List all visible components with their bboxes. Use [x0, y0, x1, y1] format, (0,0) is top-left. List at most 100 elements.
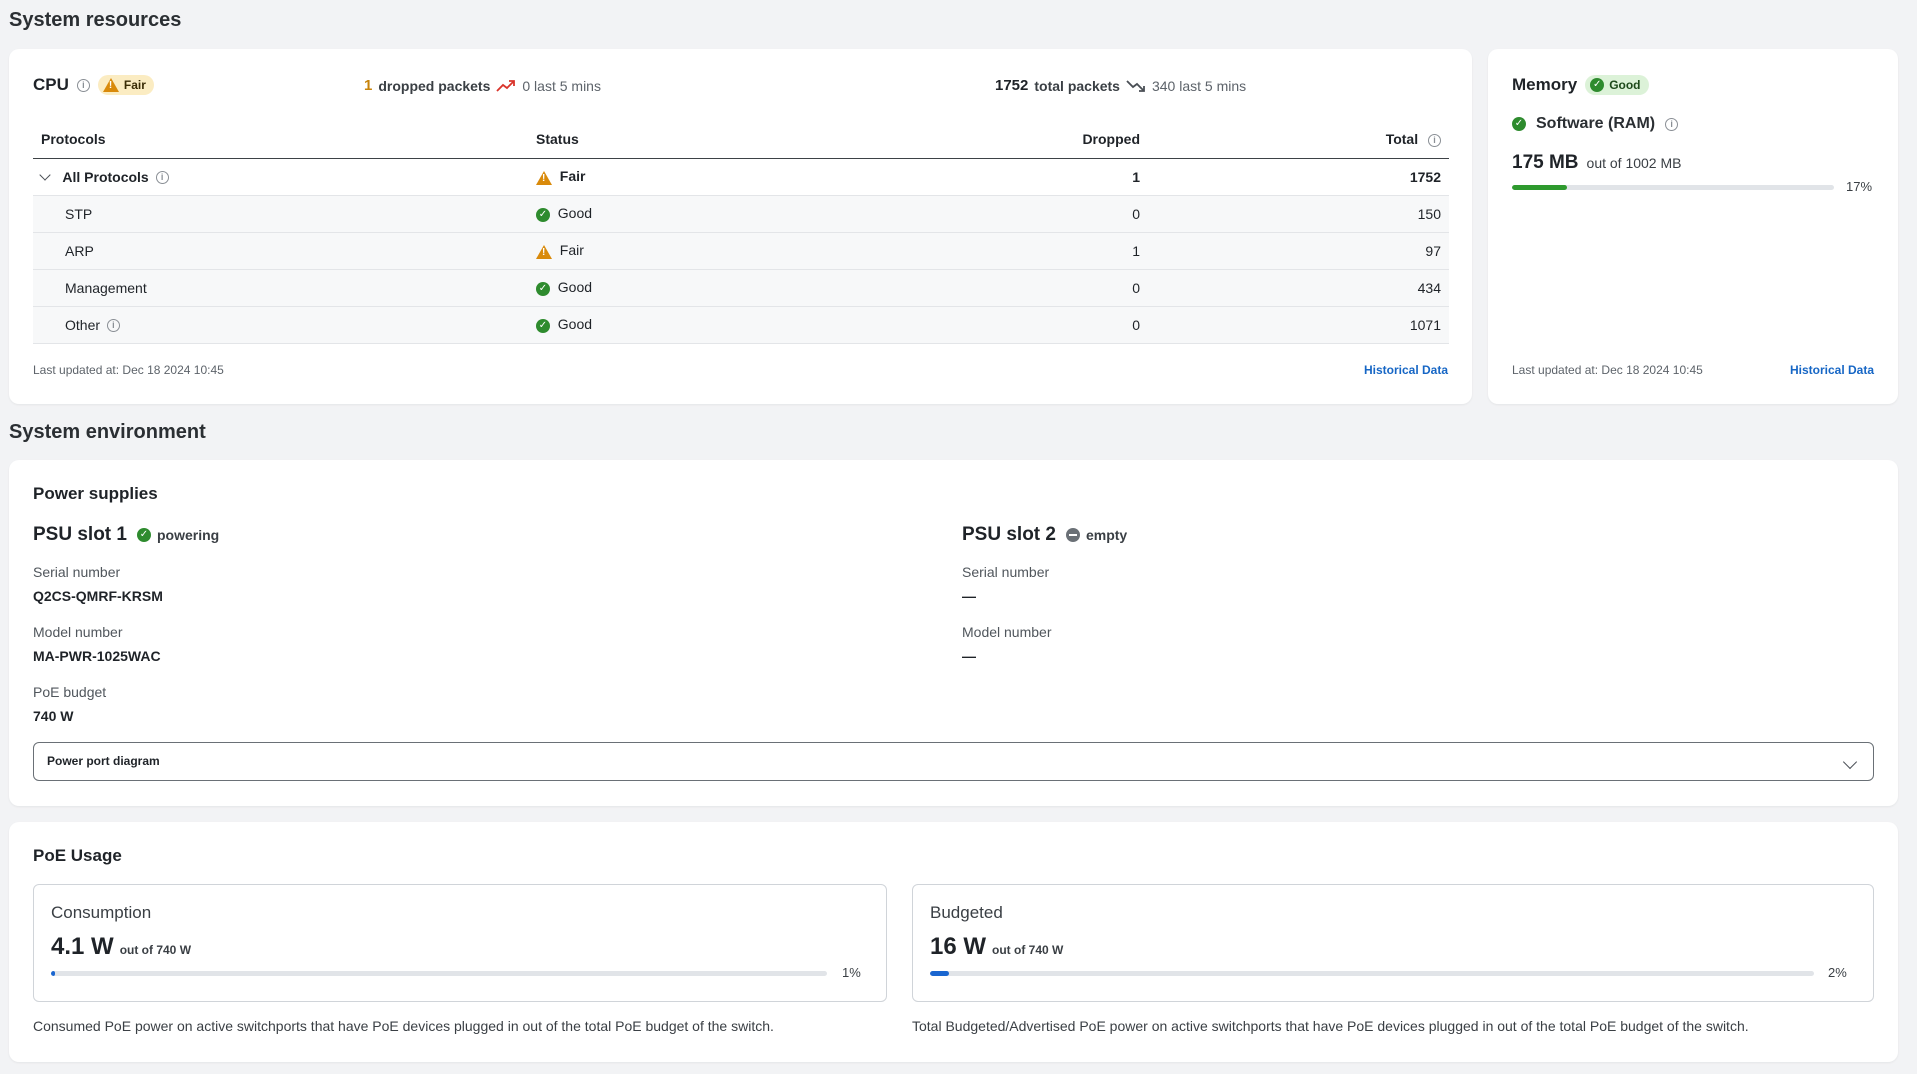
psu2-model-label: Model number: [962, 624, 1052, 640]
memory-used: 175 MB: [1512, 152, 1579, 173]
psu1-poe-label: PoE budget: [33, 684, 107, 700]
psu1-model-value: MA-PWR-1025WAC: [33, 648, 161, 664]
psu1-serial-label: Serial number: [33, 564, 121, 580]
budgeted-percent: 2%: [1828, 965, 1847, 980]
chevron-down-icon: [1842, 753, 1858, 771]
memory-last-updated: Last updated at: Dec 18 2024 10:45: [1512, 363, 1703, 377]
consumption-progress-bar: [51, 971, 827, 976]
power-port-diagram-toggle[interactable]: Power port diagram: [33, 742, 1874, 781]
protocols-table: Protocols Status Dropped Total i All Pro…: [33, 121, 1449, 344]
total-label: total packets: [1034, 77, 1120, 94]
cpu-historical-data-link[interactable]: Historical Data: [1364, 363, 1448, 377]
protocol-total: 97: [1148, 232, 1449, 270]
budgeted-box: Budgeted 16 W out of 740 W 2%: [912, 884, 1874, 1002]
table-row[interactable]: All Protocols i Fair 1 1752: [33, 158, 1449, 196]
cpu-status-badge: Fair: [97, 75, 154, 95]
col-total: Total i: [1148, 121, 1449, 159]
budgeted-value: 16 W: [930, 933, 987, 960]
total-trend: 340 last 5 mins: [1151, 77, 1247, 94]
warning-icon: [536, 170, 552, 185]
check-icon: ✓: [536, 207, 550, 222]
protocol-status: Good: [557, 205, 593, 222]
power-port-diagram-label: Power port diagram: [47, 754, 160, 768]
memory-status-label: Good: [1609, 78, 1641, 92]
cpu-card: CPU i Fair 1 dropped packets 0 last 5 mi…: [9, 49, 1472, 404]
protocol-status: Good: [557, 279, 593, 296]
cpu-info-icon[interactable]: i: [76, 78, 90, 92]
budgeted-title: Budgeted: [930, 903, 1003, 922]
warning-icon: [102, 78, 119, 92]
protocol-name: All Protocols: [62, 168, 149, 185]
protocol-total: 150: [1148, 195, 1449, 233]
col-dropped: Dropped: [848, 121, 1148, 159]
dropped-label: dropped packets: [378, 77, 491, 94]
psu1-serial-value: Q2CS-QMRF-KRSM: [33, 588, 163, 604]
table-row: STP ✓ Good 0 150: [33, 195, 1449, 233]
protocol-total: 434: [1148, 269, 1449, 307]
table-row: ARP Fair 1 97: [33, 232, 1449, 270]
cpu-title: CPU: [33, 75, 69, 94]
consumption-title: Consumption: [51, 903, 152, 922]
protocol-status: Good: [557, 316, 593, 333]
psu1-model-label: Model number: [33, 624, 123, 640]
protocol-dropped: 0: [848, 306, 1148, 344]
protocol-dropped: 1: [848, 158, 1148, 196]
memory-percent: 17%: [1846, 179, 1873, 194]
col-status: Status: [528, 121, 848, 159]
memory-title: Memory: [1512, 75, 1578, 94]
protocol-status: Fair: [559, 242, 584, 259]
check-icon: ✓: [1590, 78, 1605, 92]
total-packets-summary: 1752 total packets 340 last 5 mins: [995, 77, 1246, 94]
power-supplies-title: Power supplies: [33, 484, 158, 503]
software-ram-info-icon[interactable]: i: [1665, 117, 1679, 131]
protocol-status: Fair: [559, 168, 586, 185]
table-row: Management ✓ Good 0 434: [33, 269, 1449, 307]
check-icon: ✓: [1512, 117, 1526, 131]
protocol-total: 1752: [1148, 158, 1449, 196]
protocol-name: ARP: [33, 232, 528, 270]
psu2-serial-label: Serial number: [962, 564, 1050, 580]
cpu-status-label: Fair: [123, 78, 146, 92]
empty-icon: [1065, 528, 1080, 542]
psu2-model-value: —: [962, 648, 976, 664]
memory-card: Memory ✓ Good ✓ Software (RAM) i 175 MB …: [1488, 49, 1898, 404]
protocol-dropped: 0: [848, 269, 1148, 307]
total-count: 1752: [995, 77, 1029, 94]
consumption-out-of: out of 740 W: [119, 943, 192, 957]
check-icon: ✓: [136, 528, 151, 542]
check-icon: ✓: [536, 281, 550, 296]
col-protocols: Protocols: [33, 121, 528, 159]
psu2-status: empty: [1085, 527, 1128, 543]
dropped-trend: 0 last 5 mins: [522, 77, 601, 94]
system-environment-title: System environment: [9, 421, 206, 443]
chevron-down-icon[interactable]: [39, 169, 59, 185]
budgeted-progress-fill: [930, 971, 950, 976]
psu2-title: PSU slot 2: [962, 524, 1056, 545]
psu1-title: PSU slot 1: [33, 524, 127, 545]
warning-icon: [536, 244, 552, 259]
memory-status-badge: ✓ Good: [1585, 75, 1649, 95]
table-row: Other i ✓ Good 0 1071: [33, 306, 1449, 344]
budgeted-progress-bar: [930, 971, 1814, 976]
trend-up-icon: [496, 79, 516, 92]
all-protocols-info-icon[interactable]: i: [155, 171, 169, 185]
consumption-percent: 1%: [842, 965, 861, 980]
consumption-value: 4.1 W: [51, 933, 114, 960]
check-icon: ✓: [536, 318, 550, 333]
protocol-name: STP: [33, 195, 528, 233]
power-supplies-card: Power supplies PSU slot 1 ✓ powering Ser…: [9, 460, 1898, 806]
protocol-dropped: 1: [848, 232, 1148, 270]
psu1-poe-value: 740 W: [33, 708, 74, 724]
other-info-icon[interactable]: i: [106, 319, 120, 333]
total-info-icon[interactable]: i: [1428, 134, 1441, 148]
memory-out-of: out of 1002 MB: [1586, 155, 1682, 171]
cpu-last-updated: Last updated at: Dec 18 2024 10:45: [33, 363, 224, 377]
consumption-box: Consumption 4.1 W out of 740 W 1%: [33, 884, 887, 1002]
protocol-name: Management: [33, 269, 528, 307]
dropped-count: 1: [364, 77, 373, 94]
budgeted-description: Total Budgeted/Advertised PoE power on a…: [912, 1018, 1749, 1034]
col-total-label: Total: [1385, 131, 1419, 148]
memory-historical-data-link[interactable]: Historical Data: [1790, 363, 1874, 377]
psu2-serial-value: —: [962, 588, 976, 604]
memory-progress-bar: [1512, 185, 1834, 190]
